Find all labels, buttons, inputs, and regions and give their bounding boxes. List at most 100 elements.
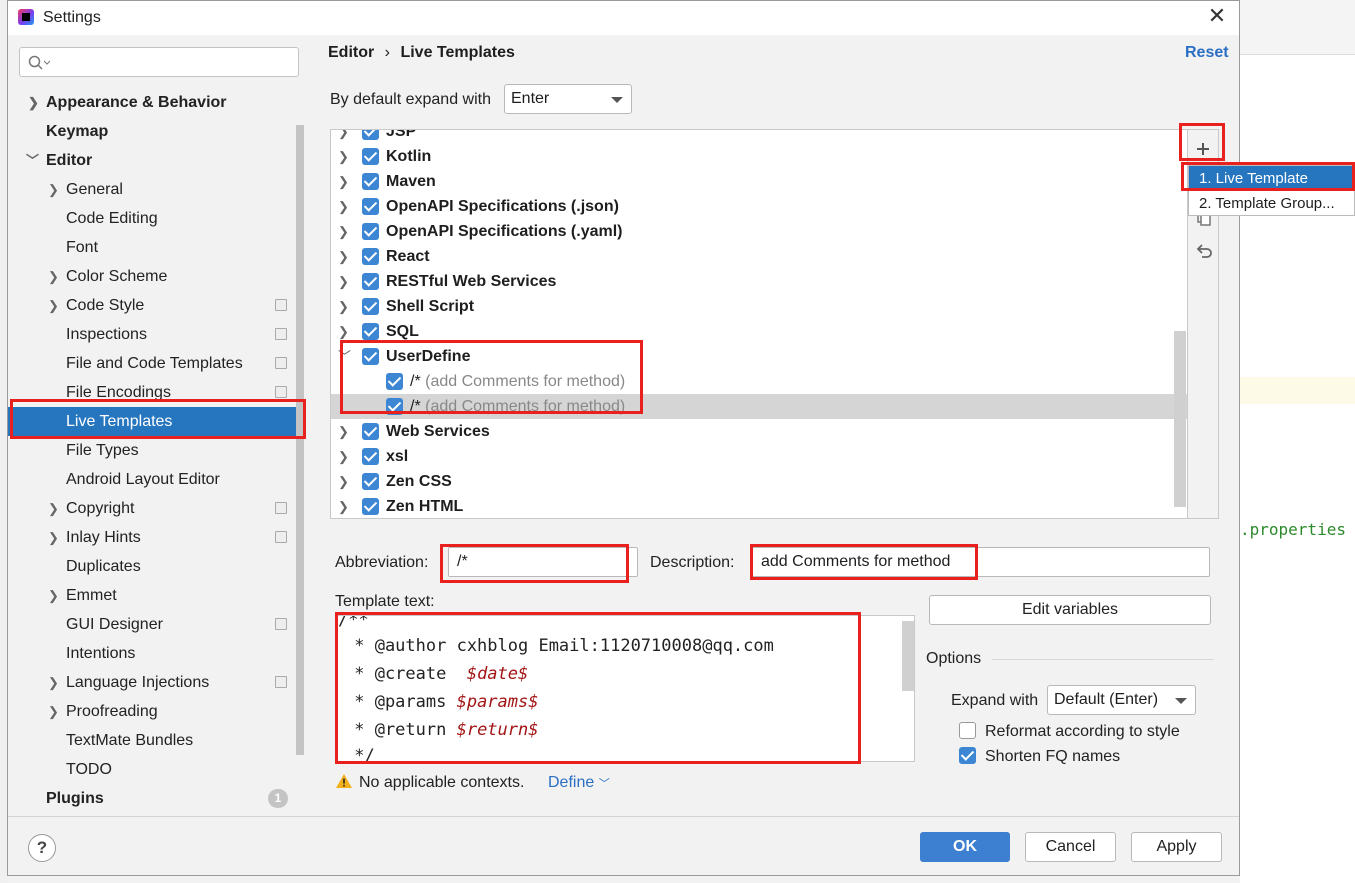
- template-checkbox[interactable]: [386, 373, 403, 390]
- sidebar-item-code-style[interactable]: ❯ Code Style: [8, 291, 296, 320]
- chevron-down-icon: ﹀: [338, 349, 352, 364]
- sidebar-item-intentions[interactable]: Intentions: [8, 639, 296, 668]
- options-title: Options: [926, 650, 982, 667]
- group-checkbox[interactable]: [362, 248, 379, 265]
- tree-group-web-services[interactable]: ❯ Web Services: [331, 419, 1187, 444]
- sidebar-item-file-types[interactable]: File Types: [8, 436, 296, 465]
- group-checkbox[interactable]: [362, 473, 379, 490]
- chevron-right-icon: ❯: [338, 274, 349, 289]
- tree-group-openapi-json[interactable]: ❯ OpenAPI Specifications (.json): [331, 194, 1187, 219]
- sidebar-item-android-layout-editor[interactable]: Android Layout Editor: [8, 465, 296, 494]
- group-checkbox[interactable]: [362, 130, 379, 140]
- chevron-right-icon: ❯: [48, 501, 59, 516]
- breadcrumb: Editor › Live Templates: [328, 44, 515, 62]
- chevron-right-icon: ❯: [48, 269, 59, 284]
- group-checkbox[interactable]: [362, 423, 379, 440]
- sidebar-item-live-templates[interactable]: Live Templates: [8, 407, 296, 436]
- chevron-right-icon: ❯: [338, 299, 349, 314]
- shorten-fq-checkbox[interactable]: [959, 747, 976, 764]
- tree-group-kotlin[interactable]: ❯ Kotlin: [331, 144, 1187, 169]
- sidebar-item-textmate-bundles[interactable]: TextMate Bundles: [8, 726, 296, 755]
- define-context-link[interactable]: Define ﹀: [548, 774, 610, 792]
- background-code: .properties: [1240, 520, 1346, 539]
- group-checkbox[interactable]: [362, 323, 379, 340]
- group-checkbox[interactable]: [362, 298, 379, 315]
- tree-group-zen-html[interactable]: ❯ Zen HTML: [331, 494, 1187, 518]
- group-checkbox[interactable]: [362, 148, 379, 165]
- sidebar-item-general[interactable]: ❯ General: [8, 175, 296, 204]
- template-line: */: [344, 746, 375, 762]
- abbreviation-field[interactable]: /*: [448, 547, 638, 577]
- group-checkbox[interactable]: [362, 498, 379, 515]
- description-field[interactable]: add Comments for method: [752, 547, 1210, 577]
- edit-variables-button[interactable]: Edit variables: [929, 595, 1211, 625]
- group-checkbox[interactable]: [362, 198, 379, 215]
- sidebar-item-editor[interactable]: ﹀ Editor: [8, 146, 296, 175]
- help-button[interactable]: ?: [28, 834, 56, 862]
- reset-link[interactable]: Reset: [1185, 44, 1229, 62]
- ok-button[interactable]: OK: [920, 832, 1010, 862]
- breadcrumb-editor[interactable]: Editor: [328, 44, 374, 61]
- expand-with-combo[interactable]: Default (Enter): [1047, 685, 1196, 715]
- description-label: Description:: [650, 554, 735, 571]
- group-checkbox[interactable]: [362, 223, 379, 240]
- sidebar-item-proofreading[interactable]: ❯ Proofreading: [8, 697, 296, 726]
- sidebar-item-inspections[interactable]: Inspections: [8, 320, 296, 349]
- tree-template-item-selected[interactable]: /* (add Comments for method): [331, 394, 1187, 419]
- chevron-right-icon: ❯: [338, 149, 349, 164]
- project-settings-icon: [275, 531, 287, 543]
- tree-group-jsp[interactable]: ❯ JSP: [331, 130, 1187, 144]
- template-text-editor[interactable]: /** * @author cxhblog Email:1120710008@q…: [335, 615, 915, 762]
- sidebar-item-file-code-templates[interactable]: File and Code Templates: [8, 349, 296, 378]
- group-checkbox[interactable]: [362, 273, 379, 290]
- sidebar-item-plugins[interactable]: Plugins 1: [8, 784, 296, 813]
- apply-button[interactable]: Apply: [1131, 832, 1222, 862]
- template-line: * @author cxhblog Email:1120710008@qq.co…: [344, 636, 774, 656]
- tree-group-openapi-yaml[interactable]: ❯ OpenAPI Specifications (.yaml): [331, 219, 1187, 244]
- chevron-right-icon: ❯: [338, 474, 349, 489]
- editor-scrollbar[interactable]: [902, 621, 914, 691]
- dropdown-arrow-icon: [611, 97, 623, 103]
- tree-group-restful[interactable]: ❯ RESTful Web Services: [331, 269, 1187, 294]
- close-icon[interactable]: ✕: [1206, 5, 1228, 27]
- background-toolbar: [1240, 0, 1355, 55]
- template-variable: $return$: [456, 720, 539, 740]
- tree-template-item[interactable]: /* (add Comments for method): [331, 369, 1187, 394]
- sidebar-item-duplicates[interactable]: Duplicates: [8, 552, 296, 581]
- sidebar-item-file-encodings[interactable]: File Encodings: [8, 378, 296, 407]
- sidebar-scrollbar[interactable]: [296, 125, 304, 755]
- sidebar-item-code-editing[interactable]: Code Editing: [8, 204, 296, 233]
- sidebar-item-language-injections[interactable]: ❯ Language Injections: [8, 668, 296, 697]
- sidebar-item-keymap[interactable]: Keymap: [8, 117, 296, 146]
- cancel-button[interactable]: Cancel: [1025, 832, 1116, 862]
- group-checkbox[interactable]: [362, 348, 379, 365]
- sidebar-item-todo[interactable]: TODO: [8, 755, 296, 784]
- search-icon: [28, 55, 50, 70]
- sidebar-item-inlay-hints[interactable]: ❯ Inlay Hints: [8, 523, 296, 552]
- sidebar-item-color-scheme[interactable]: ❯ Color Scheme: [8, 262, 296, 291]
- menu-item-template-group[interactable]: 2. Template Group...: [1189, 191, 1354, 216]
- expand-combo[interactable]: Enter: [504, 84, 632, 114]
- sidebar-item-emmet[interactable]: ❯ Emmet: [8, 581, 296, 610]
- sidebar-item-font[interactable]: Font: [8, 233, 296, 262]
- group-checkbox[interactable]: [362, 448, 379, 465]
- tree-group-maven[interactable]: ❯ Maven: [331, 169, 1187, 194]
- template-checkbox[interactable]: [386, 398, 403, 415]
- tree-group-xsl[interactable]: ❯ xsl: [331, 444, 1187, 469]
- tree-group-userdefine[interactable]: ﹀ UserDefine: [331, 344, 1187, 369]
- menu-item-live-template[interactable]: 1. Live Template: [1189, 166, 1354, 191]
- tree-group-react[interactable]: ❯ React: [331, 244, 1187, 269]
- group-checkbox[interactable]: [362, 173, 379, 190]
- tree-group-shell-script[interactable]: ❯ Shell Script: [331, 294, 1187, 319]
- search-input[interactable]: [19, 47, 299, 77]
- sidebar-item-appearance[interactable]: ❯ Appearance & Behavior: [8, 88, 296, 117]
- tree-scrollbar[interactable]: [1174, 331, 1186, 507]
- tree-group-zen-css[interactable]: ❯ Zen CSS: [331, 469, 1187, 494]
- tree-group-sql[interactable]: ❯ SQL: [331, 319, 1187, 344]
- sidebar-item-gui-designer[interactable]: GUI Designer: [8, 610, 296, 639]
- sidebar-item-copyright[interactable]: ❯ Copyright: [8, 494, 296, 523]
- undo-icon[interactable]: [1195, 242, 1213, 260]
- add-icon[interactable]: [1195, 141, 1211, 157]
- reformat-checkbox[interactable]: [959, 722, 976, 739]
- settings-sidebar: ❯ Appearance & Behavior Keymap ﹀ Editor ❯ G…: [8, 35, 304, 817]
